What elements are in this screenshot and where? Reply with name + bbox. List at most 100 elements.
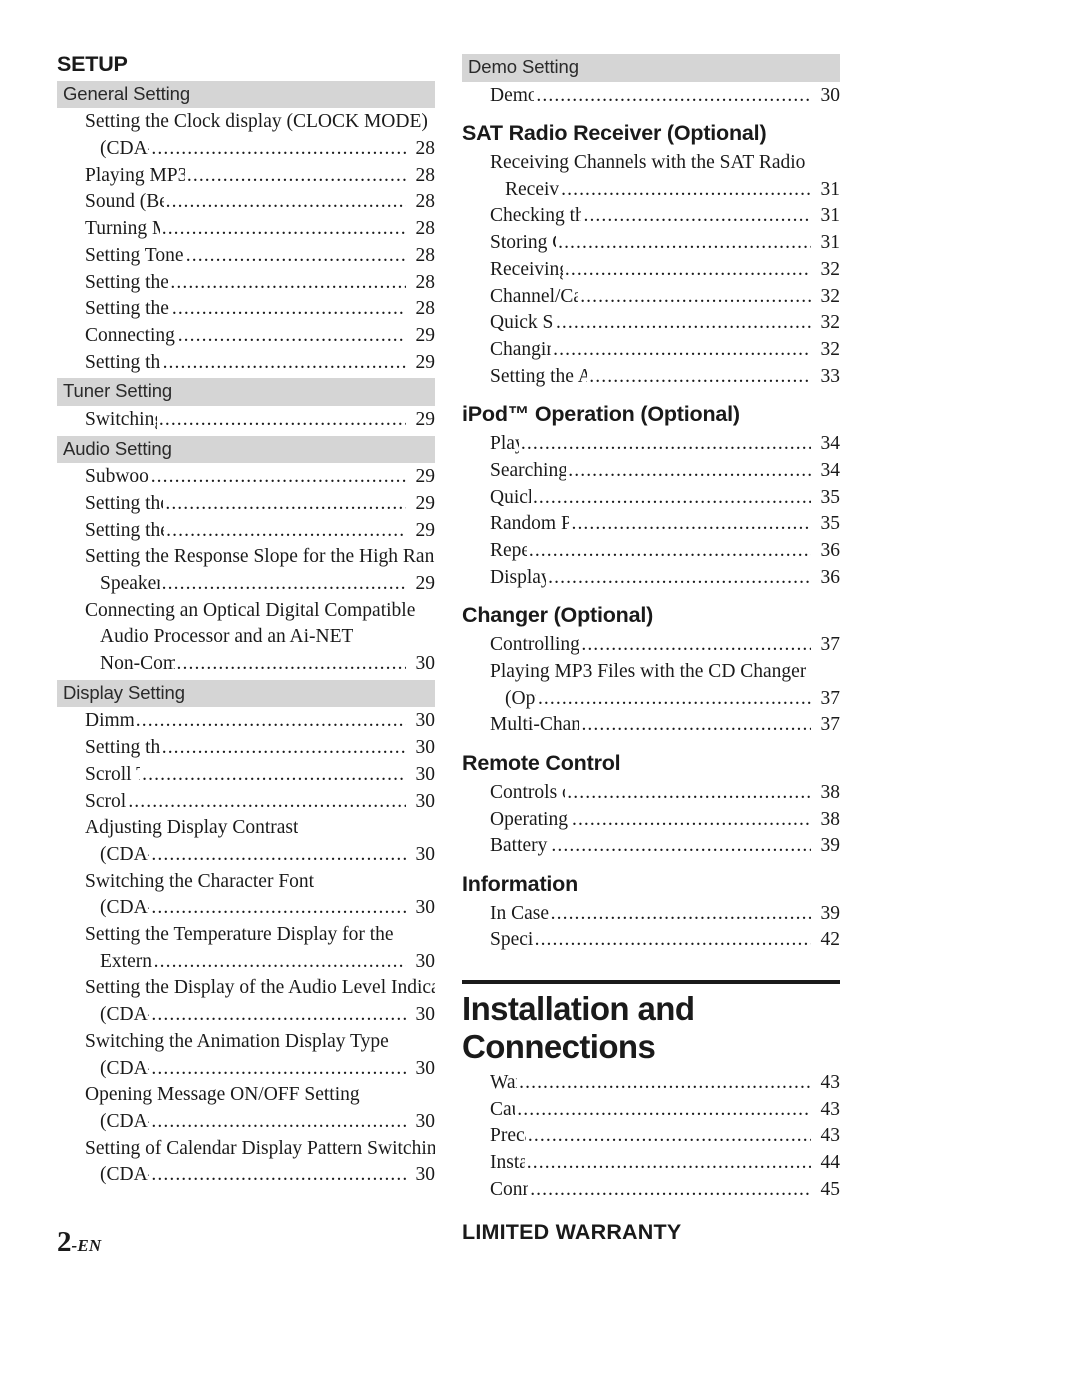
- toc-entry[interactable]: Scroll Setting..........................…: [57, 789, 435, 816]
- toc-entry[interactable]: Setting the Response Slope for the High …: [57, 544, 435, 571]
- toc-entry-title: Displaying the Text: [490, 566, 547, 588]
- toc-entry-title: Controlling CD Changer (Optional): [490, 634, 580, 656]
- toc-entry[interactable]: Setting the Temperature Display for the.…: [57, 922, 435, 949]
- toc-entry[interactable]: In Case of Difficulty...................…: [462, 901, 840, 928]
- toc-entry-page: 30: [415, 790, 436, 812]
- toc-entry[interactable]: (CDA-9855 only).........................…: [57, 136, 435, 163]
- toc-entry[interactable]: Precautions.............................…: [462, 1123, 840, 1150]
- toc-entry[interactable]: Playing MP3/WMA Data (PLAY MODE)........…: [57, 163, 435, 190]
- toc-entry[interactable]: Speaker (TW SETUP)......................…: [57, 571, 435, 598]
- toc-entry[interactable]: Adjusting Display Contrast..............…: [57, 815, 435, 842]
- toc-entry[interactable]: Quick Search............................…: [462, 485, 840, 512]
- toc-entry[interactable]: Sound (Beep) Guide Function.............…: [57, 189, 435, 216]
- toc-entry[interactable]: Installation............................…: [462, 1150, 840, 1177]
- toc-entry[interactable]: Multi-Changer Selection (Optional)......…: [462, 712, 840, 739]
- toc-entry[interactable]: Connecting an Optical Digital Compatible…: [57, 598, 435, 625]
- toc-entry[interactable]: Setting Tone Defeat for External Devices…: [57, 243, 435, 270]
- toc-entry-title: Installation: [490, 1152, 525, 1174]
- toc-entry[interactable]: Switching the Animation Display Type....…: [57, 1029, 435, 1056]
- toc-entry[interactable]: Controls on Remote Control..............…: [462, 780, 840, 807]
- toc-entry[interactable]: Demonstration...........................…: [462, 83, 840, 110]
- toc-entry[interactable]: Operating the Audio Processor...........…: [462, 807, 840, 834]
- toc-entry[interactable]: Searching for a desired Song............…: [462, 458, 840, 485]
- toc-entry-page: 45: [820, 1178, 841, 1200]
- subsection-bar: Tuner Setting: [57, 378, 435, 406]
- toc-entry[interactable]: Setting the Subwoofer Output............…: [57, 491, 435, 518]
- toc-entry[interactable]: Setting the AUX Mode (V-Link)...........…: [57, 270, 435, 297]
- dot-leader: ........................................…: [170, 271, 406, 293]
- toc-entry-title: Setting the Temperature Display for the: [85, 924, 394, 946]
- toc-entry[interactable]: Scroll Type Setting.....................…: [57, 762, 435, 789]
- toc-entry[interactable]: Quick Search Function...................…: [462, 310, 840, 337]
- dot-leader: ........................................…: [135, 710, 406, 732]
- dot-leader: ........................................…: [151, 138, 406, 160]
- toc-entry[interactable]: Battery Replacement.....................…: [462, 833, 840, 860]
- toc-entry[interactable]: Setting of Calendar Display Pattern Swit…: [57, 1136, 435, 1163]
- toc-entry[interactable]: Changing the Display....................…: [462, 337, 840, 364]
- toc-entry[interactable]: Switching the Tuner Mode................…: [57, 407, 435, 434]
- toc-entry-title: Quick Search Function: [490, 312, 554, 334]
- toc-entry[interactable]: Non-Compatible DVD Player...............…: [57, 651, 435, 678]
- toc-entry[interactable]: Receiver (Optional).....................…: [462, 177, 840, 204]
- toc-entry[interactable]: Subwoofer On and Off....................…: [57, 464, 435, 491]
- toc-entry[interactable]: (CDA-9855 only).........................…: [57, 1109, 435, 1136]
- dot-leader: ........................................…: [128, 790, 406, 812]
- toc-entry[interactable]: Checking the SAT Radio ID Number........…: [462, 203, 840, 230]
- dot-leader: ........................................…: [519, 1072, 811, 1093]
- toc-entry[interactable]: Connections.............................…: [462, 1177, 840, 1204]
- toc-entry[interactable]: (Optional)..............................…: [462, 686, 840, 713]
- toc-entry[interactable]: (CDA-9853 only).........................…: [57, 1002, 435, 1029]
- toc-entry[interactable]: External Amplifier......................…: [57, 949, 435, 976]
- toc-entry[interactable]: Warning.................................…: [462, 1070, 840, 1097]
- toc-entry[interactable]: Setting the Clock display (CLOCK MODE)..…: [57, 109, 435, 136]
- toc-entry-page: 28: [415, 271, 436, 293]
- toc-entry[interactable]: Random Play Shuffle (M.I.X.)............…: [462, 511, 840, 538]
- toc-entry[interactable]: Playing MP3 Files with the CD Changer...…: [462, 659, 840, 686]
- toc-entry-page: 29: [415, 324, 436, 346]
- toc-entry[interactable]: Storing Channel Presets.................…: [462, 230, 840, 257]
- toc-entry[interactable]: (CDA-9855 only).........................…: [57, 895, 435, 922]
- toc-entry[interactable]: Setting the Subwoofer System............…: [57, 518, 435, 545]
- dot-leader: ........................................…: [142, 763, 406, 785]
- toc-entry[interactable]: Setting the Auxiliary Data Field Display…: [462, 364, 840, 391]
- toc-entry[interactable]: Setting the Steering Position...........…: [57, 350, 435, 377]
- toc-entry[interactable]: (CDA-9855 only).........................…: [57, 1162, 435, 1189]
- dot-leader: ........................................…: [158, 408, 406, 430]
- toc-entry[interactable]: Setting the Display Dimmer..............…: [57, 735, 435, 762]
- toc-entry[interactable]: Opening Message ON/OFF Setting..........…: [57, 1082, 435, 1109]
- toc-entry[interactable]: Audio Processor and an Ai-NET...........…: [57, 624, 435, 651]
- toc-entry-page: 32: [820, 258, 841, 280]
- dot-leader: ........................................…: [151, 1004, 406, 1026]
- toc-entry[interactable]: Setting the Display of the Audio Level I…: [57, 975, 435, 1002]
- toc-entry-page: 39: [820, 835, 841, 857]
- toc-entry-title: Channel/Category Search Function: [490, 285, 579, 307]
- toc-entry[interactable]: Receiving Stored Channels...............…: [462, 257, 840, 284]
- dot-leader: ........................................…: [571, 513, 811, 535]
- dot-leader: ........................................…: [151, 1110, 406, 1132]
- toc-entry[interactable]: Receiving Channels with the SAT Radio...…: [462, 150, 840, 177]
- banner-title: Installation and Connections: [462, 990, 695, 1066]
- toc-entry-title: Switching the Character Font: [85, 870, 315, 892]
- toc-entry[interactable]: Channel/Category Search Function........…: [462, 284, 840, 311]
- toc-entry-page: 29: [415, 408, 436, 430]
- dot-leader: ........................................…: [558, 232, 811, 254]
- toc-entry[interactable]: Controlling CD Changer (Optional).......…: [462, 632, 840, 659]
- toc-entry-page: 30: [820, 84, 841, 106]
- dot-leader: ........................................…: [176, 653, 406, 675]
- toc-entry[interactable]: (CDA-9855 only).........................…: [57, 1056, 435, 1083]
- toc-entry[interactable]: Displaying the Text.....................…: [462, 565, 840, 592]
- toc-entry[interactable]: Connecting to an External Amplifier.....…: [57, 323, 435, 350]
- toc-entry-page: 30: [415, 763, 436, 785]
- toc-entry[interactable]: Setting the External Digital Input......…: [57, 296, 435, 323]
- toc-entry-title: (CDA-9855 only): [100, 1057, 149, 1079]
- toc-entry[interactable]: Turning Mute Mode On/Off................…: [57, 216, 435, 243]
- toc-entry[interactable]: Playback................................…: [462, 431, 840, 458]
- toc-entry[interactable]: Dimmer Control..........................…: [57, 708, 435, 735]
- toc-entry[interactable]: Specifications..........................…: [462, 927, 840, 954]
- toc-entry-page: 37: [820, 687, 841, 709]
- dot-leader: ........................................…: [583, 205, 811, 227]
- toc-entry[interactable]: (CDA-9853 only).........................…: [57, 842, 435, 869]
- toc-entry[interactable]: Repeat Play.............................…: [462, 538, 840, 565]
- toc-entry[interactable]: Switching the Character Font............…: [57, 869, 435, 896]
- toc-entry[interactable]: Caution.................................…: [462, 1097, 840, 1124]
